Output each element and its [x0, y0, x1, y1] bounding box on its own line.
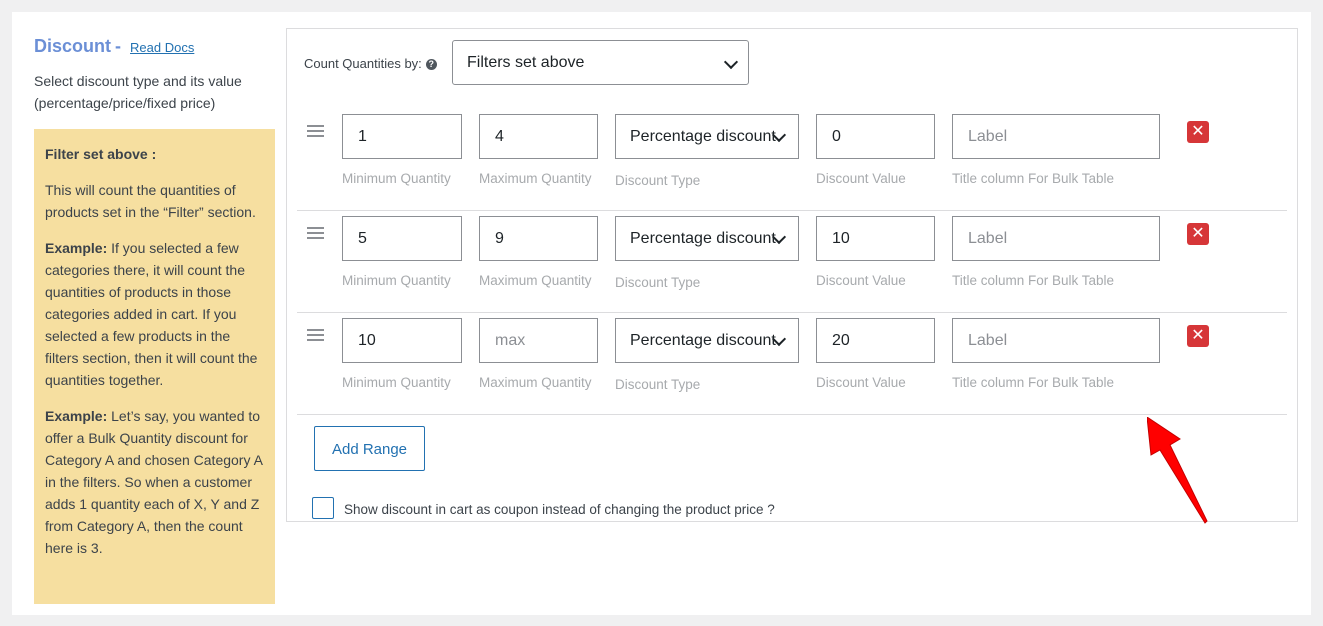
- example-label: Example:: [45, 408, 108, 424]
- title-column-label: Title column For Bulk Table: [952, 273, 1115, 288]
- min-quantity-label: Minimum Quantity: [342, 375, 451, 390]
- title-label-input[interactable]: Label: [952, 318, 1160, 363]
- discount-type-value: Percentage discount: [630, 332, 776, 349]
- title-separator: -: [115, 36, 122, 56]
- discount-value-input[interactable]: 10: [816, 216, 935, 261]
- note-example-2: Example: Let’s say, you wanted to offer …: [45, 405, 264, 559]
- max-quantity-label: Maximum Quantity: [479, 171, 592, 186]
- drag-handle-icon[interactable]: [307, 227, 324, 239]
- discount-value-input[interactable]: 0: [816, 114, 935, 159]
- min-quantity-input[interactable]: 1: [342, 114, 462, 159]
- delete-row-button[interactable]: ✕: [1187, 121, 1209, 143]
- discount-range-row: 1 4 Percentage discount 0 Label ✕ Minimu…: [297, 109, 1287, 211]
- title-column-label: Title column For Bulk Table: [952, 171, 1115, 186]
- discount-type-value: Percentage discount: [630, 128, 776, 145]
- example-label: Example:: [45, 240, 108, 256]
- add-range-button[interactable]: Add Range: [314, 426, 425, 471]
- max-quantity-input[interactable]: 9: [479, 216, 598, 261]
- example-text: Let’s say, you wanted to offer a Bulk Qu…: [45, 408, 263, 556]
- section-title: Discount: [34, 36, 112, 56]
- title-column-label: Title column For Bulk Table: [952, 375, 1115, 390]
- example-text: If you selected a few categories there, …: [45, 240, 258, 388]
- min-quantity-input[interactable]: 5: [342, 216, 462, 261]
- min-quantity-input[interactable]: 10: [342, 318, 462, 363]
- coupon-checkbox[interactable]: [312, 497, 334, 519]
- count-label-text: Count Quantities by:: [304, 56, 422, 71]
- discount-range-row: 10 max Percentage discount 20 Label ✕ Mi…: [297, 313, 1287, 415]
- discount-value-label: Discount Value: [816, 273, 906, 288]
- discount-type-label: Discount Type: [615, 275, 701, 290]
- min-quantity-label: Minimum Quantity: [342, 171, 451, 186]
- section-heading: Discount - Read Docs: [34, 36, 194, 57]
- discount-type-label: Discount Type: [615, 173, 701, 188]
- count-selected-value: Filters set above: [467, 54, 585, 71]
- section-description: Select discount type and its value (perc…: [34, 73, 242, 111]
- coupon-checkbox-label: Show discount in cart as coupon instead …: [344, 502, 775, 517]
- max-quantity-input[interactable]: 4: [479, 114, 598, 159]
- count-quantities-label: Count Quantities by:?: [304, 56, 437, 71]
- discount-type-select[interactable]: Percentage discount: [615, 318, 799, 363]
- note-example-1: Example: If you selected a few categorie…: [45, 237, 264, 391]
- note-heading: Filter set above :: [45, 146, 157, 162]
- discount-value-input[interactable]: 20: [816, 318, 935, 363]
- max-quantity-input[interactable]: max: [479, 318, 598, 363]
- discount-value-label: Discount Value: [816, 375, 906, 390]
- min-quantity-label: Minimum Quantity: [342, 273, 451, 288]
- discount-range-row: 5 9 Percentage discount 10 Label ✕ Minim…: [297, 211, 1287, 313]
- filter-help-note: Filter set above : This will count the q…: [34, 129, 275, 604]
- title-label-input[interactable]: Label: [952, 216, 1160, 261]
- annotation-arrow-icon: [1147, 417, 1208, 524]
- drag-handle-icon[interactable]: [307, 125, 324, 137]
- discount-ranges-box: Count Quantities by:? Filters set above …: [286, 28, 1298, 524]
- count-quantities-select[interactable]: Filters set above: [452, 40, 749, 85]
- chevron-down-icon: [723, 54, 739, 70]
- delete-row-button[interactable]: ✕: [1187, 325, 1209, 347]
- title-label-input[interactable]: Label: [952, 114, 1160, 159]
- discount-type-select[interactable]: Percentage discount: [615, 216, 799, 261]
- max-quantity-label: Maximum Quantity: [479, 273, 592, 288]
- note-paragraph: This will count the quantities of produc…: [45, 182, 256, 220]
- discount-type-value: Percentage discount: [630, 230, 776, 247]
- discount-type-select[interactable]: Percentage discount: [615, 114, 799, 159]
- max-quantity-label: Maximum Quantity: [479, 375, 592, 390]
- discount-value-label: Discount Value: [816, 171, 906, 186]
- drag-handle-icon[interactable]: [307, 329, 324, 341]
- read-docs-link[interactable]: Read Docs: [130, 40, 194, 55]
- discount-panel: Discount - Read Docs Select discount type…: [12, 12, 1311, 615]
- delete-row-button[interactable]: ✕: [1187, 223, 1209, 245]
- discount-type-label: Discount Type: [615, 377, 701, 392]
- help-icon[interactable]: ?: [425, 59, 437, 71]
